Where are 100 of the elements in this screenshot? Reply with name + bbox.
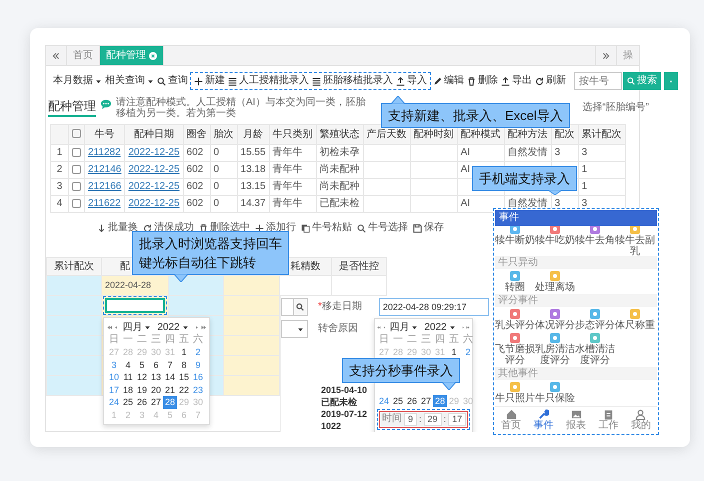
column-header: 牛号 xyxy=(84,124,125,144)
row-number: 4 xyxy=(50,196,68,212)
month-dropdown[interactable]: 四月 xyxy=(387,322,420,334)
tile-icon xyxy=(509,226,521,235)
calendar-day[interactable]: 1 xyxy=(177,346,191,358)
calendar-day[interactable]: 27 xyxy=(149,396,163,408)
calendar-day[interactable]: 12 xyxy=(135,371,149,384)
calendar-day[interactable]: 5 xyxy=(135,358,149,371)
weekday-label: 日 xyxy=(378,334,390,346)
toolbar-button[interactable]: 新建 xyxy=(193,75,226,87)
calendar-day[interactable]: 19 xyxy=(135,384,149,396)
notice-text: 选择“胚胎编号” xyxy=(582,102,649,114)
event-item[interactable]: 乳房清洁度评分 xyxy=(535,332,575,366)
search-field[interactable]: 按牛号 xyxy=(574,72,622,90)
callout-pointer xyxy=(391,96,405,104)
calendar-day[interactable]: 20 xyxy=(149,384,163,396)
refresh-icon xyxy=(535,76,544,86)
table-cell: 0 xyxy=(210,162,238,178)
toolbar-button[interactable]: 查询 xyxy=(156,75,189,87)
search-icon xyxy=(296,303,304,311)
event-item[interactable]: 乳头评分 xyxy=(495,308,535,331)
weekday-label: 二 xyxy=(136,334,148,346)
calendar-day[interactable]: 11 xyxy=(121,371,135,384)
toolbar-button[interactable]: 删除 xyxy=(466,75,499,87)
tile-icon xyxy=(549,381,561,393)
weekday-label: 日 xyxy=(108,334,120,346)
toolbar-button[interactable]: 导入 xyxy=(395,75,428,87)
toolbar-button[interactable]: 牛号粘贴 xyxy=(300,222,353,234)
event-item[interactable]: 体况评分 xyxy=(535,308,575,331)
event-item[interactable]: 牛只保险 xyxy=(535,381,575,404)
event-item[interactable]: 转圈 xyxy=(495,270,535,293)
toolbar-button[interactable]: 添加行 xyxy=(254,222,297,234)
checkbox[interactable] xyxy=(72,182,81,191)
toolbar-button[interactable]: 刷新 xyxy=(534,75,567,87)
calendar-day[interactable]: 27 xyxy=(419,394,433,407)
calendar-day[interactable]: 18 xyxy=(121,384,135,396)
checkbox[interactable] xyxy=(72,198,81,208)
nav-tab[interactable]: 工作 xyxy=(592,407,625,433)
wrench-icon xyxy=(538,409,550,420)
search-button[interactable] xyxy=(293,298,308,316)
event-item[interactable]: 步态评分 xyxy=(575,308,615,331)
row-number: 3 xyxy=(50,178,68,196)
date-field[interactable]: 2022-04-28 09:29:17 xyxy=(378,298,489,316)
toolbar-button[interactable]: 编辑 xyxy=(432,75,465,87)
tile-icon xyxy=(509,332,521,344)
dropdown-button[interactable]: 相关查询 xyxy=(104,75,155,87)
calendar-day[interactable]: 13 xyxy=(149,371,163,384)
select-field[interactable] xyxy=(281,320,308,338)
toolbar-button[interactable]: 清保成功 xyxy=(142,222,195,234)
checkbox[interactable] xyxy=(72,148,81,157)
event-item[interactable]: 牛只照片 xyxy=(495,381,535,404)
toolbar-button[interactable]: 保存 xyxy=(412,222,445,234)
weekday-label: 一 xyxy=(122,334,134,346)
row-number: 1 xyxy=(50,144,68,162)
checkbox[interactable] xyxy=(72,129,81,138)
event-item[interactable]: 飞节磨损评分 xyxy=(495,332,535,366)
list-icon xyxy=(228,76,237,86)
calendar-day[interactable]: 4 xyxy=(121,358,135,371)
calendar-day[interactable]: 26 xyxy=(405,394,419,407)
section-title: 牛只异动 xyxy=(495,256,657,269)
toolbar-button[interactable]: 牛号选择 xyxy=(356,222,409,234)
toolbar-button[interactable]: 删除选中 xyxy=(198,222,251,234)
event-item[interactable]: 处理离场 xyxy=(535,270,575,293)
double-chevron-left-icon xyxy=(52,52,60,60)
caret-icon xyxy=(448,324,456,331)
calendar-day[interactable]: 1 xyxy=(447,346,461,358)
nav-tab[interactable]: 我的 xyxy=(624,407,658,433)
calendar-day[interactable]: 21 xyxy=(163,384,177,396)
caret-icon xyxy=(297,326,304,332)
calendar-day[interactable]: 15 xyxy=(177,371,191,384)
year-dropdown[interactable]: 2022 xyxy=(155,322,191,334)
tile-icon xyxy=(549,308,561,320)
calendar-day[interactable]: 26 xyxy=(135,396,149,408)
toolbar-button[interactable]: 胚胎移植批录入 xyxy=(311,75,394,87)
table-cell: 尚未配种 xyxy=(316,178,364,196)
toolbar-button[interactable]: 导出 xyxy=(500,75,533,87)
weekday-label: 四 xyxy=(164,334,176,346)
calendar-day[interactable]: 7 xyxy=(163,358,177,371)
calendar-day[interactable]: 14 xyxy=(163,371,177,384)
year-dropdown[interactable]: 2022 xyxy=(422,322,458,334)
nav-tab[interactable]: 事件 xyxy=(527,407,560,433)
list-icon xyxy=(312,76,321,86)
checkbox[interactable] xyxy=(72,164,81,174)
event-item[interactable]: 体尺称重 xyxy=(615,308,655,331)
dropdown-button[interactable]: 本月数据 xyxy=(52,75,103,87)
column-header: 牛只类别 xyxy=(269,124,316,144)
calendar-day[interactable]: 25 xyxy=(121,396,135,408)
callout-pointer xyxy=(442,382,456,390)
calendar-day[interactable]: 6 xyxy=(149,358,163,371)
toolbar-button[interactable]: 批量换 xyxy=(96,222,139,234)
event-item[interactable]: 水槽清洁度评分 xyxy=(575,332,615,366)
calendar-day[interactable]: 25 xyxy=(391,394,405,407)
calendar-day[interactable]: 8 xyxy=(177,358,191,371)
nav-tab[interactable]: 首页 xyxy=(495,407,528,433)
toolbar-button[interactable]: 人工授精批录入 xyxy=(227,75,310,87)
table-cell: 14.37 xyxy=(237,196,270,212)
nav-tab[interactable]: 报表 xyxy=(560,407,592,433)
row-number: 2 xyxy=(50,162,68,178)
calendar-day[interactable]: 22 xyxy=(177,384,191,396)
time-field[interactable]: 时间 9 : 29 : 17 xyxy=(379,411,468,428)
